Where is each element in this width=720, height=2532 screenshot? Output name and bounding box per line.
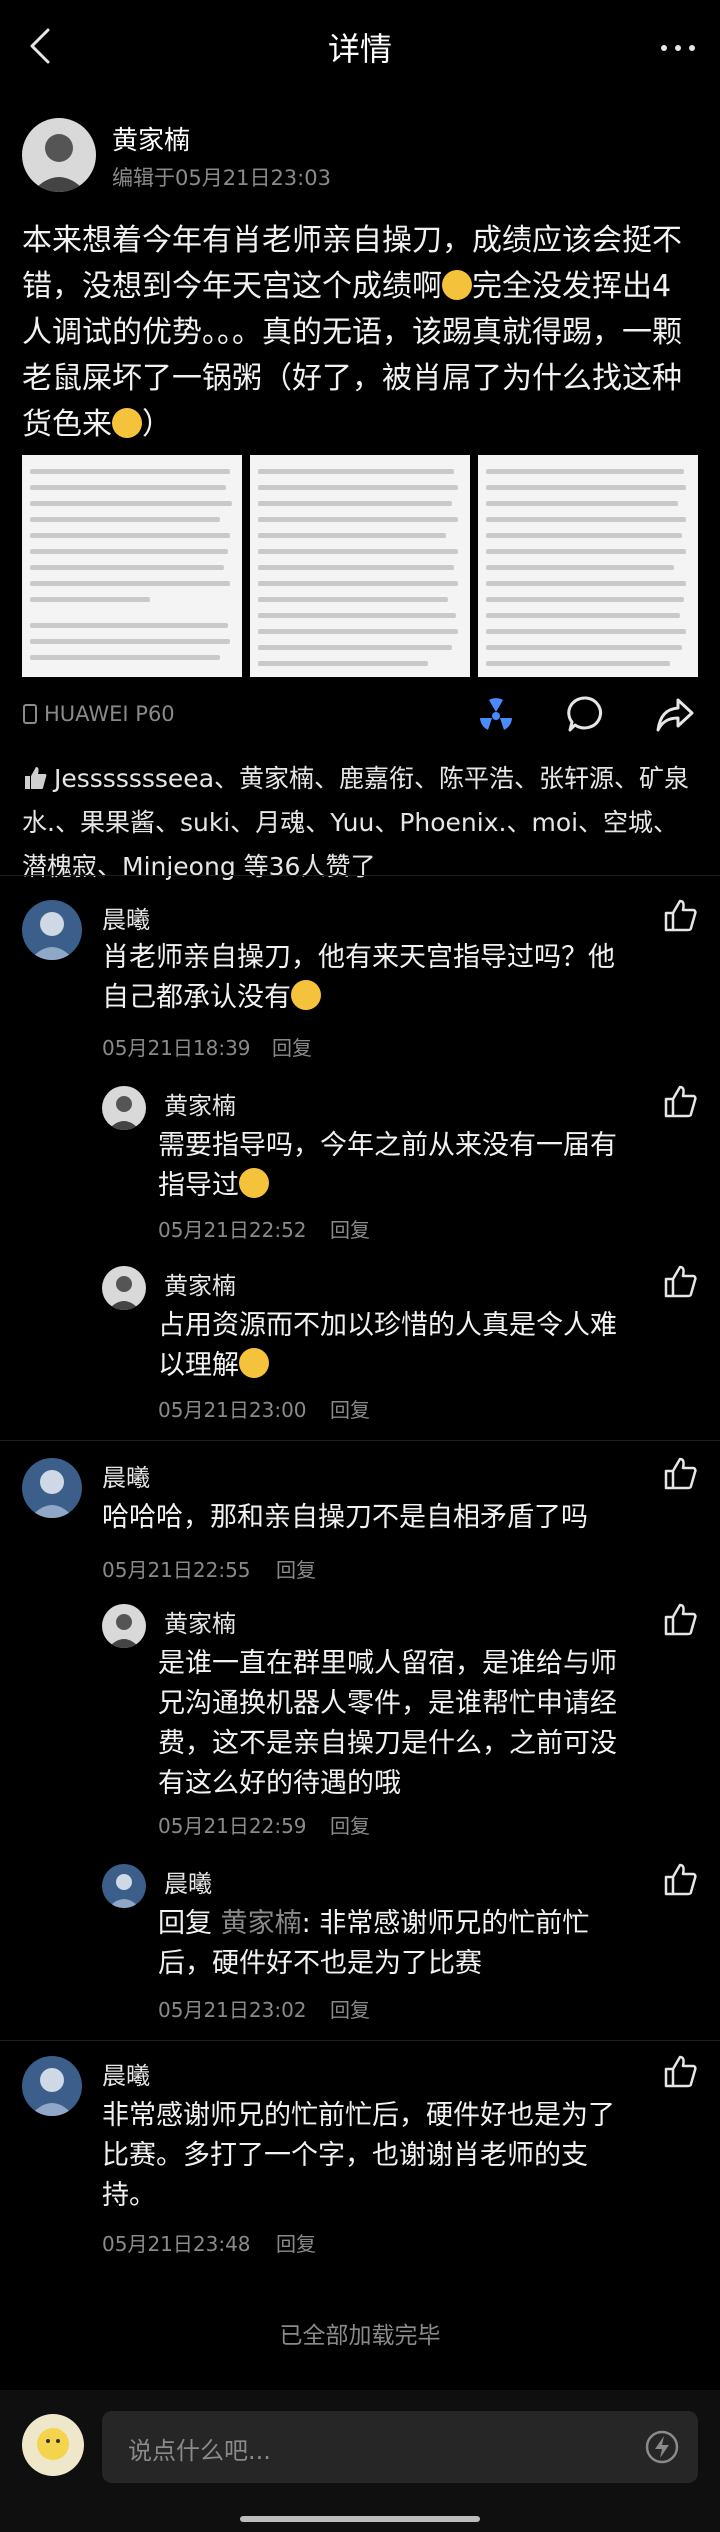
like-icon[interactable] [662,1862,698,1898]
reply-text: 是谁一直在群里喊人留宿，是谁给与师兄沟通换机器人零件，是谁帮忙申请经费，这不是亲… [158,1648,617,1799]
divider [0,1440,720,1441]
comment-author[interactable]: 晨曦 [102,900,150,935]
comment-text: 肖老师亲自操刀，他有来天宫指导过吗？他自己都承认没有 [102,942,615,1013]
emoji-icon [442,270,472,300]
commenter-avatar[interactable] [22,1458,82,1518]
replier-avatar[interactable] [102,1864,146,1908]
author-name[interactable]: 黄家楠 [112,120,190,157]
post-body: 本来想着今年有肖老师亲自操刀，成绩应该会挺不错，没想到今年天宫这个成绩啊 完全没发… [22,223,682,442]
reward-icon[interactable] [476,694,516,734]
thumbs-up-icon [25,767,47,789]
reply-button[interactable]: 回复 [276,2228,316,2257]
comment-text: 哈哈哈，那和亲自操刀不是自相矛盾了吗 [102,1502,588,1533]
like-icon[interactable] [662,1084,698,1120]
emoji-icon [239,1168,269,1198]
reply-time: 05月21日22:59 [158,1814,307,1838]
reply-author[interactable]: 黄家楠 [164,1604,236,1639]
comment-author[interactable]: 晨曦 [102,2056,150,2091]
comment-input[interactable]: 说点什么吧... [102,2411,698,2483]
phone-icon [23,704,37,724]
like-icon[interactable] [662,1602,698,1638]
device-label: HUAWEI P60 [22,702,175,726]
commenter-avatar[interactable] [22,900,82,960]
likes-list[interactable]: Jessssssseea、黄家楠、鹿嘉衔、陈平浩、张轩源、矿泉水.、果果酱、su… [22,757,698,889]
post-image-1[interactable] [22,455,242,677]
divider [0,875,720,876]
comment-icon[interactable] [566,694,606,734]
comment-text: 非常感谢师兄的忙前忙后，硬件好也是为了比赛。多打了一个字，也谢谢肖老师的支持。 [102,2100,615,2211]
commenter-avatar[interactable] [22,2056,82,2116]
reply-text: 占用资源而不加以珍惜的人真是令人难以理解 [158,1310,617,1381]
reply-button[interactable]: 回复 [330,1994,370,2023]
post-images [22,455,698,677]
emoji-icon [239,1348,269,1378]
comment-time: 05月21日22:55 [102,1558,251,1582]
reply-time: 05月21日23:00 [158,1398,307,1422]
like-icon[interactable] [662,1264,698,1300]
reply-time: 05月21日23:02 [158,1998,307,2022]
reply-text: 需要指导吗，今年之前从来没有一届有指导过 [158,1130,617,1201]
reply-button[interactable]: 回复 [276,1554,316,1583]
home-indicator[interactable] [240,2516,480,2522]
reply-target[interactable]: 黄家楠 [221,1908,302,1939]
reply-author[interactable]: 晨曦 [164,1864,212,1899]
share-icon[interactable] [654,694,696,734]
post-image-3[interactable] [478,455,698,677]
author-avatar[interactable] [22,118,96,192]
reply-author[interactable]: 黄家楠 [164,1266,236,1301]
reply-button[interactable]: 回复 [330,1810,370,1839]
replier-avatar[interactable] [102,1266,146,1310]
like-icon[interactable] [662,898,698,934]
end-of-list-text: 已全部加载完毕 [279,2323,441,2349]
more-icon[interactable] [654,24,702,72]
reply-text: 回复 黄家楠: 非常感谢师兄的忙前忙后，硬件好不也是为了比赛 [158,1908,590,1979]
top-bar: 详情 [0,0,720,96]
replier-avatar[interactable] [102,1604,146,1648]
post-image-2[interactable] [250,455,470,677]
divider [0,2040,720,2041]
comment-author[interactable]: 晨曦 [102,1458,150,1493]
reply-button[interactable]: 回复 [330,1394,370,1423]
emoji-icon [291,980,321,1010]
reply-button[interactable]: 回复 [330,1214,370,1243]
replier-avatar[interactable] [102,1086,146,1130]
reply-button[interactable]: 回复 [272,1032,312,1061]
page-title: 详情 [327,30,392,68]
edit-timestamp: 编辑于05月21日23:03 [112,166,331,190]
reply-time: 05月21日22:52 [158,1218,307,1242]
reply-author[interactable]: 黄家楠 [164,1086,236,1121]
emoji-icon [112,408,142,438]
comment-time: 05月21日18:39 [102,1036,251,1060]
comment-time: 05月21日23:48 [102,2232,251,2256]
my-avatar[interactable] [22,2414,84,2476]
like-icon[interactable] [662,1456,698,1492]
like-icon[interactable] [662,2054,698,2090]
lightning-icon[interactable] [644,2429,680,2465]
